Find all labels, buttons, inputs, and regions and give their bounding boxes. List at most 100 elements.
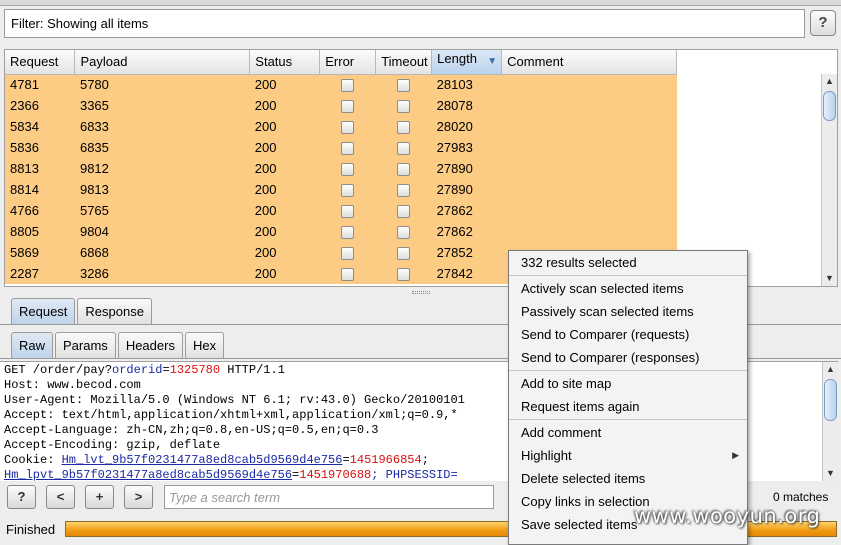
table-row[interactable]: 5836 6835 200 27983 xyxy=(5,137,677,158)
cell-status: 200 xyxy=(249,95,320,116)
editor-scroll-up-icon[interactable]: ▲ xyxy=(823,362,838,377)
menu-item-highlight[interactable]: Highlight ▶ xyxy=(509,444,747,467)
cell-status: 200 xyxy=(249,137,320,158)
table-row[interactable]: 4766 5765 200 27862 xyxy=(5,200,677,221)
status-text: Finished xyxy=(6,522,56,537)
column-header-comment[interactable]: Comment xyxy=(501,50,677,75)
cell-payload: 5780 xyxy=(74,74,250,95)
table-row[interactable]: 8814 9813 200 27890 xyxy=(5,179,677,200)
error-checkbox[interactable] xyxy=(341,268,355,282)
next-match-button[interactable]: > xyxy=(124,485,153,509)
column-header-request[interactable]: Request xyxy=(5,50,76,75)
menu-item-send-to-comparer-requests[interactable]: Send to Comparer (requests) xyxy=(509,323,747,346)
timeout-checkbox[interactable] xyxy=(397,163,411,177)
search-input[interactable] xyxy=(164,485,494,509)
table-row[interactable]: 2366 3365 200 28078 xyxy=(5,95,677,116)
cell-request: 8814 xyxy=(5,179,75,200)
header-user-agent: User-Agent: Mozilla/5.0 (Windows NT 6.1;… xyxy=(4,393,465,407)
menu-item-label: Add comment xyxy=(521,425,602,440)
table-row[interactable]: 8813 9812 200 27890 xyxy=(5,158,677,179)
editor-scroll-down-icon[interactable]: ▼ xyxy=(823,466,838,481)
top-edge xyxy=(0,0,841,6)
tab-headers[interactable]: Headers xyxy=(117,332,183,358)
error-checkbox[interactable] xyxy=(341,121,355,135)
tab-request[interactable]: Request xyxy=(11,298,76,324)
cell-error xyxy=(319,95,376,116)
cell-length: 27983 xyxy=(431,137,502,158)
menu-item-request-items-again[interactable]: Request items again xyxy=(509,395,747,418)
scrollbar-thumb[interactable] xyxy=(823,91,836,121)
column-header-error[interactable]: Error xyxy=(319,50,377,75)
timeout-checkbox[interactable] xyxy=(397,184,411,198)
menu-item-label: Save selected items xyxy=(521,517,638,532)
menu-item-label: Copy links in selection xyxy=(521,494,650,509)
column-header-status[interactable]: Status xyxy=(249,50,321,75)
column-header-length[interactable]: Length ▼ xyxy=(431,50,503,75)
menu-item-actively-scan-selected-items[interactable]: Actively scan selected items xyxy=(509,277,747,300)
previous-match-button[interactable]: < xyxy=(46,485,75,509)
tab-response[interactable]: Response xyxy=(77,298,152,324)
menu-item-add-comment[interactable]: Add comment xyxy=(509,421,747,444)
cell-payload: 9812 xyxy=(74,158,250,179)
cookie-suffix-2: ; PHPSESSID= xyxy=(371,468,458,481)
timeout-checkbox[interactable] xyxy=(397,121,411,135)
editor-scrollbar-thumb[interactable] xyxy=(824,379,837,421)
tab-raw[interactable]: Raw xyxy=(11,332,54,358)
menu-item-send-to-comparer-responses[interactable]: Send to Comparer (responses) xyxy=(509,346,747,369)
split-pane-handle[interactable] xyxy=(412,291,430,294)
add-search-button[interactable]: + xyxy=(85,485,114,509)
scroll-up-arrow-icon[interactable]: ▲ xyxy=(822,74,837,89)
scroll-down-arrow-icon[interactable]: ▼ xyxy=(822,271,837,286)
menu-item-delete-selected-items[interactable]: Delete selected items xyxy=(509,467,747,490)
table-row[interactable]: 5834 6833 200 28020 xyxy=(5,116,677,137)
timeout-checkbox[interactable] xyxy=(397,268,411,282)
results-scrollbar[interactable]: ▲ ▼ xyxy=(821,74,837,286)
cell-status: 200 xyxy=(249,74,320,95)
column-header-timeout[interactable]: Timeout xyxy=(375,50,433,75)
error-checkbox[interactable] xyxy=(341,247,355,261)
error-checkbox[interactable] xyxy=(341,205,355,219)
cookie-name-2: Hm_lpvt_9b57f0231477a8ed8cab5d9569d4e756 xyxy=(4,468,293,481)
timeout-checkbox[interactable] xyxy=(397,247,411,261)
cell-status: 200 xyxy=(249,158,320,179)
menu-item-label: Passively scan selected items xyxy=(521,304,694,319)
cookie-value-1: 1451966854 xyxy=(349,453,422,467)
timeout-checkbox[interactable] xyxy=(397,226,411,240)
timeout-checkbox[interactable] xyxy=(397,79,411,93)
cell-status: 200 xyxy=(249,200,320,221)
error-checkbox[interactable] xyxy=(341,142,355,156)
context-menu: 332 results selected Actively scan selec… xyxy=(508,250,748,545)
tab-params[interactable]: Params xyxy=(55,332,116,358)
menu-separator xyxy=(509,419,747,420)
menu-item-label: Delete selected items xyxy=(521,471,646,486)
error-checkbox[interactable] xyxy=(341,184,355,198)
menu-item-label: Send to Comparer (requests) xyxy=(521,327,690,342)
cell-status: 200 xyxy=(249,179,320,200)
cell-comment xyxy=(501,158,677,179)
header-accept-language: Accept-Language: zh-CN,zh;q=0.8,en-US;q=… xyxy=(4,423,379,437)
timeout-checkbox[interactable] xyxy=(397,205,411,219)
error-checkbox[interactable] xyxy=(341,163,355,177)
table-row[interactable]: 4781 5780 200 28103 xyxy=(5,74,677,95)
menu-item-add-to-site-map[interactable]: Add to site map xyxy=(509,372,747,395)
timeout-checkbox[interactable] xyxy=(397,142,411,156)
filter-help-button[interactable]: ? xyxy=(810,10,836,36)
header-host: Host: www.becod.com xyxy=(4,378,141,392)
table-header-row: Request Payload Status Error Timeout Len… xyxy=(5,50,677,75)
error-checkbox[interactable] xyxy=(341,79,355,93)
panel-tabs: Request Response xyxy=(11,298,154,324)
tab-hex[interactable]: Hex xyxy=(184,332,225,358)
search-help-button[interactable]: ? xyxy=(7,485,36,509)
table-row[interactable]: 8805 9804 200 27862 xyxy=(5,221,677,242)
filter-bar[interactable]: Filter: Showing all items xyxy=(4,9,805,38)
error-checkbox[interactable] xyxy=(341,100,355,114)
column-header-payload[interactable]: Payload xyxy=(74,50,251,75)
editor-scrollbar[interactable]: ▲ ▼ xyxy=(822,362,838,481)
menu-item-passively-scan-selected-items[interactable]: Passively scan selected items xyxy=(509,300,747,323)
cell-length: 27852 xyxy=(431,242,502,263)
error-checkbox[interactable] xyxy=(341,226,355,240)
cell-payload: 3286 xyxy=(74,263,250,284)
timeout-checkbox[interactable] xyxy=(397,100,411,114)
cell-comment xyxy=(501,74,677,95)
cell-request: 8813 xyxy=(5,158,75,179)
